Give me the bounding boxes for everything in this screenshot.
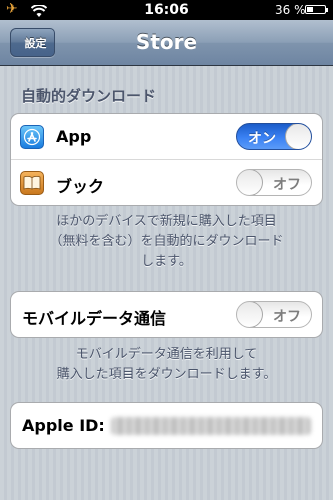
footer-line: モバイルデータ通信を利用して (75, 347, 258, 362)
footer-line: します。 (141, 254, 192, 269)
footer-line: （無料を含む）を自動的にダウンロード (49, 234, 284, 249)
page-title: Store (135, 30, 198, 54)
auto-download-group: App オン ブック オフ (10, 113, 323, 206)
battery-percentage: 36 % (275, 3, 306, 17)
app-label: App (56, 127, 92, 146)
apple-id-label: Apple ID: (22, 416, 105, 435)
apple-id-value-redacted (111, 417, 311, 435)
apple-id-group: Apple ID: (10, 402, 323, 449)
apple-id-row[interactable]: Apple ID: (11, 403, 322, 448)
cellular-row: モバイルデータ通信 オフ (11, 292, 322, 337)
books-toggle[interactable]: オフ (236, 169, 312, 196)
section-header-auto-download: 自動的ダウンロード (21, 87, 157, 105)
app-toggle[interactable]: オン (236, 123, 312, 150)
toggle-knob (285, 124, 311, 149)
cellular-toggle[interactable]: オフ (236, 301, 312, 328)
app-toggle-label: オン (248, 131, 276, 147)
auto-download-footer: ほかのデバイスで新規に購入した項目 （無料を含む）を自動的にダウンロード します… (10, 212, 323, 272)
footer-line: 購入した項目をダウンロードします。 (56, 367, 277, 382)
ibooks-icon (20, 171, 44, 195)
books-toggle-label: オフ (273, 177, 301, 193)
footer-line: ほかのデバイスで新規に購入した項目 (56, 214, 277, 229)
toggle-knob (237, 302, 263, 327)
cellular-group: モバイルデータ通信 オフ (10, 291, 323, 338)
app-row: App オン (11, 114, 322, 159)
battery-icon (305, 5, 328, 14)
cellular-toggle-label: オフ (273, 309, 301, 325)
cellular-label: モバイルデータ通信 (22, 309, 167, 328)
books-label: ブック (56, 177, 105, 196)
app-store-icon (20, 125, 44, 149)
books-row: ブック オフ (11, 159, 322, 205)
toggle-knob (237, 170, 263, 195)
status-bar: ✈ 16:06 36 % (0, 0, 333, 20)
navigation-bar: 設定 Store (0, 20, 333, 66)
cellular-footer: モバイルデータ通信を利用して 購入した項目をダウンロードします。 (10, 345, 323, 385)
